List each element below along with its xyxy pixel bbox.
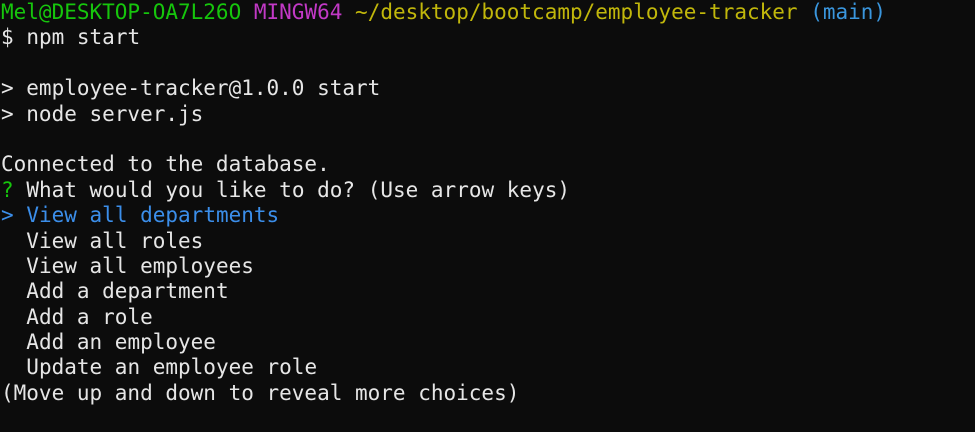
menu-item-add-a-department[interactable]: Add a department (1, 279, 975, 304)
menu-item-label: View all departments (26, 203, 280, 228)
connected-message: Connected to the database. (1, 152, 330, 177)
menu-item-label: View all employees (26, 253, 254, 278)
menu-item-update-an-employee-role[interactable]: Update an employee role (1, 355, 975, 380)
selection-pointer-icon: > (1, 203, 14, 228)
prompt-env: MINGW64 (253, 0, 343, 24)
question-line: ? What would you like to do? (Use arrow … (1, 178, 975, 203)
npm-output-line-2: > node server.js (1, 101, 204, 126)
prompt-branch: (main) (810, 0, 887, 24)
menu-item-view-all-departments[interactable]: > View all departments (1, 203, 975, 228)
menu-footer-hint: (Move up and down to reveal more choices… (1, 380, 520, 405)
menu-item-label: Add a role (26, 304, 153, 329)
menu-item-label: Update an employee role (26, 355, 318, 380)
prompt-symbol: $ (1, 25, 14, 50)
menu-item-view-all-roles[interactable]: View all roles (1, 229, 975, 254)
prompt-user-host: Mel@DESKTOP-OA7L26O (1, 0, 242, 24)
menu-item-label: View all roles (26, 228, 204, 253)
terminal-window[interactable]: Mel@DESKTOP-OA7L26O MINGW64 ~/desktop/bo… (0, 0, 975, 432)
menu-item-add-a-role[interactable]: Add a role (1, 305, 975, 330)
prompt-line: Mel@DESKTOP-OA7L26O MINGW64 ~/desktop/bo… (1, 0, 975, 25)
menu-item-view-all-employees[interactable]: View all employees (1, 254, 975, 279)
question-hint: (Use arrow keys) (367, 177, 570, 202)
question-text: What would you like to do? (26, 177, 356, 202)
menu-item-label: Add an employee (26, 330, 216, 355)
question-marker: ? (1, 177, 14, 202)
prompt-path: ~/desktop/bootcamp/employee-tracker (355, 0, 798, 24)
menu-item-label: Add a department (26, 279, 229, 304)
npm-output-line-1: > employee-tracker@1.0.0 start (1, 76, 381, 101)
command-line: $ npm start (1, 25, 975, 50)
menu-item-add-an-employee[interactable]: Add an employee (1, 330, 975, 355)
command-text: npm start (26, 25, 141, 50)
